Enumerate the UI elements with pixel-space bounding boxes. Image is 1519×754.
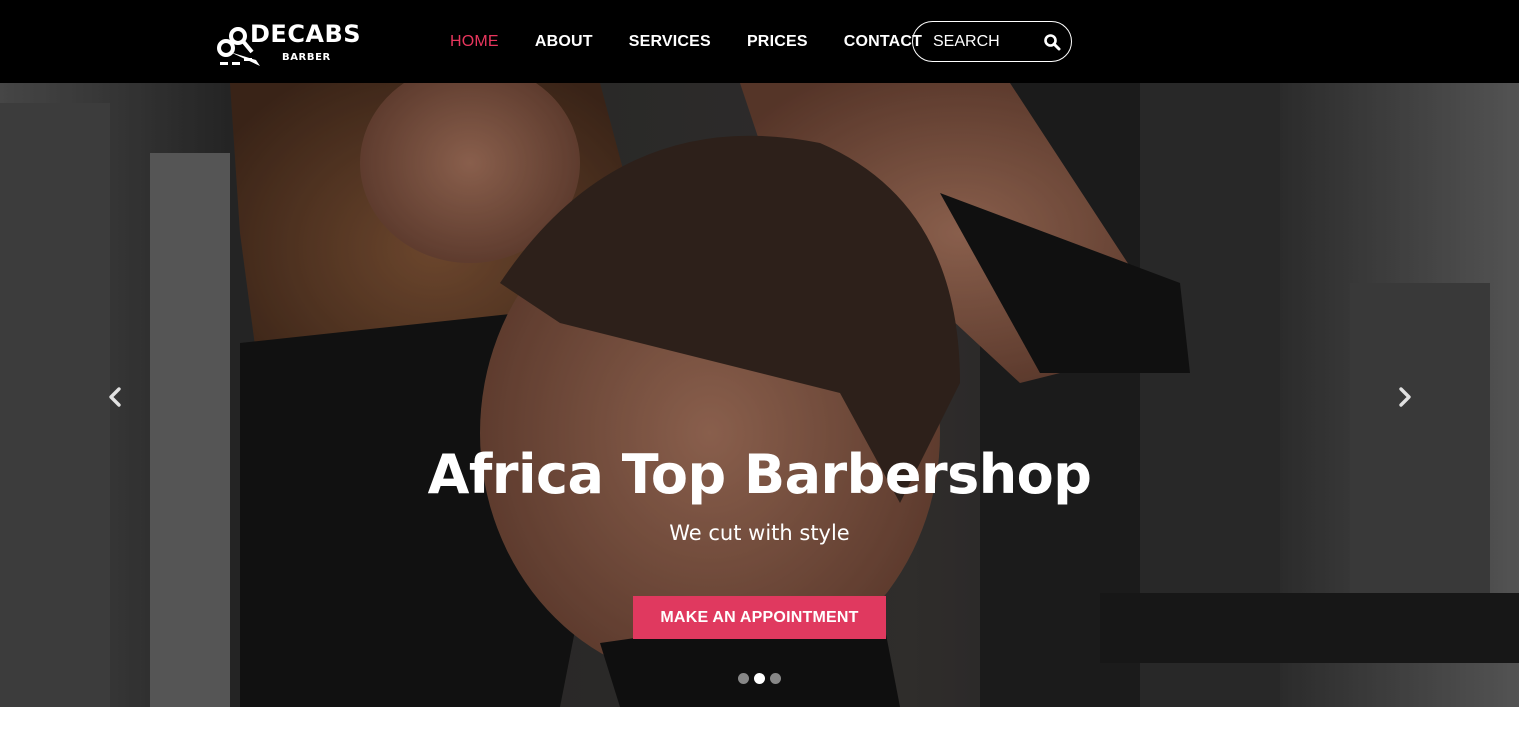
nav-item-about[interactable]: ABOUT <box>535 33 593 51</box>
nav-item-contact[interactable]: CONTACT <box>844 33 922 51</box>
carousel-indicators <box>738 673 781 684</box>
carousel-dot-1[interactable] <box>738 673 749 684</box>
main-nav: HOME ABOUT SERVICES PRICES CONTACT <box>450 31 922 53</box>
search-input[interactable] <box>933 31 1041 53</box>
chevron-left-icon[interactable] <box>104 385 126 409</box>
nav-item-home[interactable]: HOME <box>450 33 499 51</box>
brand-logo[interactable]: DECABS BARBER <box>216 18 376 70</box>
brand-tagline: BARBER <box>282 52 331 63</box>
carousel-dot-3[interactable] <box>770 673 781 684</box>
chevron-right-icon[interactable] <box>1394 385 1416 409</box>
nav-item-prices[interactable]: PRICES <box>747 33 808 51</box>
hero-subtitle: We cut with style <box>669 521 850 545</box>
nav-item-services[interactable]: SERVICES <box>629 33 711 51</box>
brand-name: DECABS <box>250 20 362 48</box>
search-box <box>912 21 1072 62</box>
site-header: DECABS BARBER HOME ABOUT SERVICES PRICES… <box>0 0 1519 83</box>
search-icon[interactable] <box>1043 33 1061 51</box>
hero-carousel: Africa Top Barbershop We cut with style … <box>0 83 1519 707</box>
hero-title: Africa Top Barbershop <box>427 443 1092 506</box>
carousel-dot-2[interactable] <box>754 673 765 684</box>
make-appointment-button[interactable]: MAKE AN APPOINTMENT <box>633 596 886 639</box>
